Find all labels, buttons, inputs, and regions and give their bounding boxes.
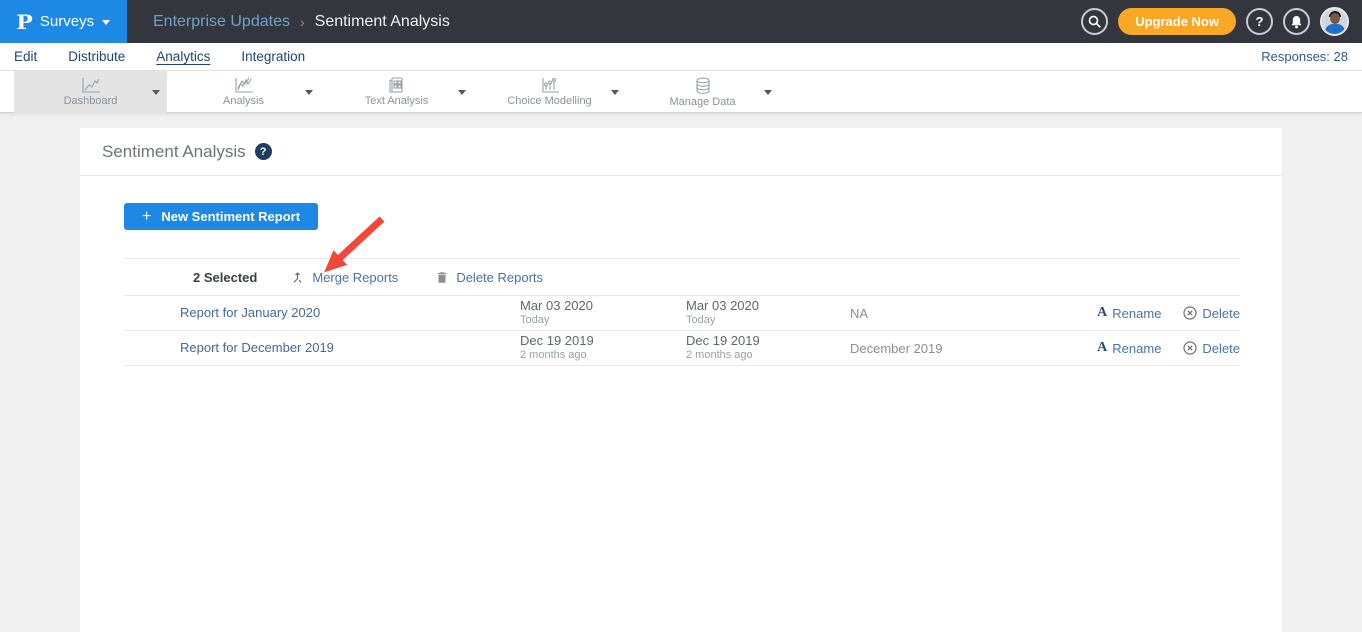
rename-a-icon: A xyxy=(1097,305,1107,321)
breadcrumb-survey-name[interactable]: Enterprise Updates xyxy=(153,13,290,31)
created-date: Mar 03 2020 xyxy=(520,299,686,312)
created-date: Dec 19 2019 xyxy=(520,334,686,347)
merge-reports-button[interactable]: Merge Reports xyxy=(290,270,398,285)
tab-label: Text Analysis xyxy=(365,95,429,107)
tab-label: Manage Data xyxy=(669,96,735,108)
breadcrumb-separator-icon: › xyxy=(300,14,305,30)
choice-modelling-chart-icon xyxy=(539,77,561,94)
modified-date: Dec 19 2019 xyxy=(686,334,850,347)
report-row: Report for January 2020 Mar 03 2020 Toda… xyxy=(124,296,1240,331)
card-header: Sentiment Analysis ? xyxy=(80,128,1282,176)
modified-date: Mar 03 2020 xyxy=(686,299,850,312)
modified-date-relative: 2 months ago xyxy=(686,349,850,362)
delete-label: Delete xyxy=(1202,341,1240,356)
chevron-down-icon[interactable] xyxy=(305,90,313,95)
help-button[interactable]: ? xyxy=(1246,8,1273,35)
analysis-chart-icon xyxy=(233,77,255,94)
new-report-label: New Sentiment Report xyxy=(161,209,300,224)
plus-icon: + xyxy=(142,208,151,226)
proprofs-logo: P xyxy=(16,10,33,34)
topbar-actions: Upgrade Now ? xyxy=(1081,7,1362,36)
notifications-button[interactable] xyxy=(1283,8,1310,35)
top-bar: P Surveys Enterprise Updates › Sentiment… xyxy=(0,0,1362,43)
rename-button[interactable]: A Rename xyxy=(1097,340,1161,356)
breadcrumb-current-page: Sentiment Analysis xyxy=(315,13,450,31)
chevron-down-icon[interactable] xyxy=(611,90,619,95)
selected-count: 2 Selected xyxy=(193,270,257,285)
nav-item-analytics[interactable]: Analytics xyxy=(156,49,210,64)
page-help-button[interactable]: ? xyxy=(255,143,272,160)
delete-button[interactable]: Delete xyxy=(1183,340,1240,356)
page-title: Sentiment Analysis xyxy=(102,142,246,162)
sentiment-analysis-card: Sentiment Analysis ? + New Sentiment Rep… xyxy=(80,128,1282,632)
delete-button[interactable]: Delete xyxy=(1183,305,1240,321)
created-date-relative: 2 months ago xyxy=(520,349,686,362)
surveys-app-switcher[interactable]: P Surveys xyxy=(0,0,127,43)
tab-label: Dashboard xyxy=(64,95,118,107)
text-analysis-doc-icon xyxy=(388,77,406,94)
tab-manage-data[interactable]: Manage Data xyxy=(626,71,779,113)
created-date-relative: Today xyxy=(520,314,686,327)
modified-date-relative: Today xyxy=(686,314,850,327)
product-name: Surveys xyxy=(40,13,94,30)
nav-item-integration[interactable]: Integration xyxy=(241,49,305,64)
new-sentiment-report-button[interactable]: + New Sentiment Report xyxy=(124,203,318,230)
responses-count: Responses: 28 xyxy=(1261,49,1348,64)
report-name-link[interactable]: Report for December 2019 xyxy=(180,340,334,355)
trash-icon xyxy=(435,270,449,285)
rename-label: Rename xyxy=(1112,306,1161,321)
upgrade-now-button[interactable]: Upgrade Now xyxy=(1118,8,1236,35)
survey-section-nav: Edit Distribute Analytics Integration Re… xyxy=(0,43,1362,71)
report-name-link[interactable]: Report for January 2020 xyxy=(180,305,320,320)
tab-analysis[interactable]: Analysis xyxy=(167,71,320,113)
delete-label: Delete xyxy=(1202,306,1240,321)
delete-reports-button[interactable]: Delete Reports xyxy=(435,270,543,285)
chevron-down-icon[interactable] xyxy=(458,90,466,95)
report-row: Report for December 2019 Dec 19 2019 2 m… xyxy=(124,331,1240,366)
bell-icon xyxy=(1290,15,1303,29)
user-avatar[interactable] xyxy=(1320,7,1349,36)
breadcrumb: Enterprise Updates › Sentiment Analysis xyxy=(153,13,450,31)
tab-label: Choice Modelling xyxy=(507,95,591,107)
analytics-toolbar: Dashboard Analysis Text Analysis Choice … xyxy=(0,71,1362,113)
tab-dashboard[interactable]: Dashboard xyxy=(14,71,167,113)
merge-reports-label: Merge Reports xyxy=(312,270,398,285)
merge-icon xyxy=(290,270,305,285)
report-tag: NA xyxy=(850,306,1080,321)
delete-reports-label: Delete Reports xyxy=(456,270,543,285)
search-button[interactable] xyxy=(1081,8,1108,35)
report-tag: December 2019 xyxy=(850,341,1080,356)
chevron-down-icon[interactable] xyxy=(152,90,160,95)
rename-button[interactable]: A Rename xyxy=(1097,305,1161,321)
question-mark-icon: ? xyxy=(1256,14,1264,29)
dashboard-line-chart-icon xyxy=(80,77,102,94)
rename-a-icon: A xyxy=(1097,340,1107,356)
delete-circle-x-icon xyxy=(1183,341,1197,355)
rename-label: Rename xyxy=(1112,341,1161,356)
delete-circle-x-icon xyxy=(1183,306,1197,320)
main-area: Sentiment Analysis ? + New Sentiment Rep… xyxy=(0,113,1362,632)
search-icon xyxy=(1088,15,1102,29)
question-mark-icon: ? xyxy=(260,146,267,158)
bulk-actions-bar: 2 Selected Merge Reports Delete Reports xyxy=(124,258,1240,296)
chevron-down-icon xyxy=(102,20,110,25)
tab-choice-modelling[interactable]: Choice Modelling xyxy=(473,71,626,113)
card-body: + New Sentiment Report 2 Selected Merge … xyxy=(80,176,1282,366)
tab-label: Analysis xyxy=(223,95,264,107)
tab-text-analysis[interactable]: Text Analysis xyxy=(320,71,473,113)
nav-item-edit[interactable]: Edit xyxy=(14,49,37,64)
database-icon xyxy=(694,77,712,95)
chevron-down-icon[interactable] xyxy=(764,90,772,95)
nav-item-distribute[interactable]: Distribute xyxy=(68,49,125,64)
